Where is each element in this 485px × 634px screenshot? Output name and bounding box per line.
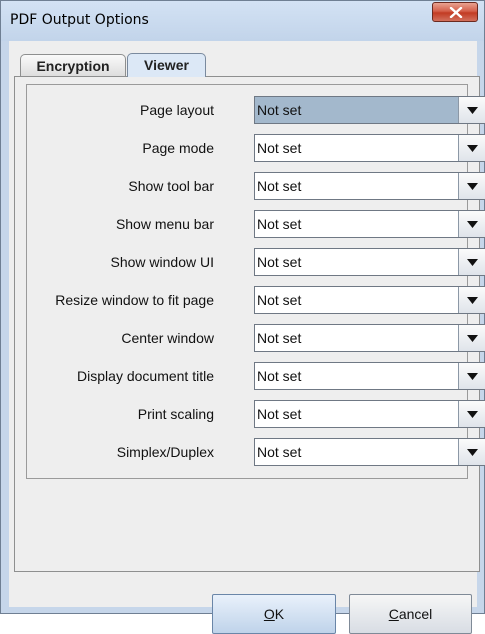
resize-window-select[interactable]: Not set (254, 286, 485, 314)
ok-mnemonic: O (263, 606, 275, 622)
center-window-dropdown-button[interactable] (458, 325, 485, 351)
page-layout-label: Page layout (140, 102, 214, 118)
show-window-ui-select[interactable]: Not set (254, 248, 485, 276)
chevron-down-icon (467, 449, 478, 456)
print-scaling-dropdown-button[interactable] (458, 401, 485, 427)
page-mode-select[interactable]: Not set (254, 134, 485, 162)
cancel-button[interactable]: Cancel (349, 594, 472, 634)
center-window-label: Center window (121, 330, 214, 346)
show-window-ui-value: Not set (257, 254, 302, 270)
page-layout-dropdown-button[interactable] (458, 97, 485, 123)
print-scaling-value: Not set (257, 406, 302, 422)
chevron-down-icon (467, 373, 478, 380)
cancel-label: ancel (398, 606, 433, 622)
chevron-down-icon (467, 145, 478, 152)
resize-window-label: Resize window to fit page (55, 292, 214, 308)
pdf-output-options-dialog: PDF Output Options Encryption Viewer Pag… (0, 0, 485, 634)
show-menu-bar-dropdown-button[interactable] (458, 211, 485, 237)
chevron-down-icon (467, 107, 478, 114)
chevron-down-icon (467, 183, 478, 190)
resize-window-value: Not set (257, 292, 302, 308)
print-scaling-label: Print scaling (137, 406, 214, 422)
show-tool-bar-label: Show tool bar (128, 178, 214, 194)
title-bar: PDF Output Options (1, 1, 484, 41)
show-tool-bar-dropdown-button[interactable] (458, 173, 485, 199)
display-document-title-label: Display document title (77, 368, 214, 384)
chevron-down-icon (467, 297, 478, 304)
print-scaling-select[interactable]: Not set (254, 400, 485, 428)
show-tool-bar-value: Not set (257, 178, 302, 194)
simplex-duplex-value: Not set (257, 444, 302, 460)
show-window-ui-dropdown-button[interactable] (458, 249, 485, 275)
simplex-duplex-dropdown-button[interactable] (458, 439, 485, 465)
viewer-tab-panel: Page layout Not set Page mode Not set Sh… (14, 76, 485, 572)
tab-encryption[interactable]: Encryption (20, 54, 126, 77)
cancel-mnemonic: C (388, 606, 399, 622)
center-window-select[interactable]: Not set (254, 324, 485, 352)
center-window-value: Not set (257, 330, 302, 346)
display-document-title-select[interactable]: Not set (254, 362, 485, 390)
chevron-down-icon (467, 221, 478, 228)
display-document-title-dropdown-button[interactable] (458, 363, 485, 389)
show-window-ui-label: Show window UI (110, 254, 215, 270)
tab-viewer[interactable]: Viewer (127, 53, 206, 77)
simplex-duplex-select[interactable]: Not set (254, 438, 485, 466)
show-menu-bar-value: Not set (257, 216, 302, 232)
page-mode-value: Not set (257, 140, 302, 156)
chevron-down-icon (467, 259, 478, 266)
page-mode-dropdown-button[interactable] (458, 135, 485, 161)
viewer-options-group: Page layout Not set Page mode Not set Sh… (26, 84, 485, 479)
page-layout-value: Not set (257, 102, 302, 118)
show-menu-bar-label: Show menu bar (115, 216, 214, 232)
close-button[interactable] (432, 2, 478, 22)
dialog-content: Encryption Viewer Page layout Not set Pa… (9, 41, 485, 634)
page-mode-label: Page mode (142, 140, 214, 156)
chevron-down-icon (467, 335, 478, 342)
ok-label: K (274, 606, 285, 622)
display-document-title-value: Not set (257, 368, 302, 384)
show-tool-bar-select[interactable]: Not set (254, 172, 485, 200)
show-menu-bar-select[interactable]: Not set (254, 210, 485, 238)
page-layout-select[interactable]: Not set (254, 96, 485, 124)
resize-window-dropdown-button[interactable] (458, 287, 485, 313)
ok-button[interactable]: OK (212, 594, 336, 634)
simplex-duplex-label: Simplex/Duplex (116, 444, 214, 460)
close-icon (449, 7, 463, 18)
window-title: PDF Output Options (10, 12, 149, 28)
chevron-down-icon (467, 411, 478, 418)
